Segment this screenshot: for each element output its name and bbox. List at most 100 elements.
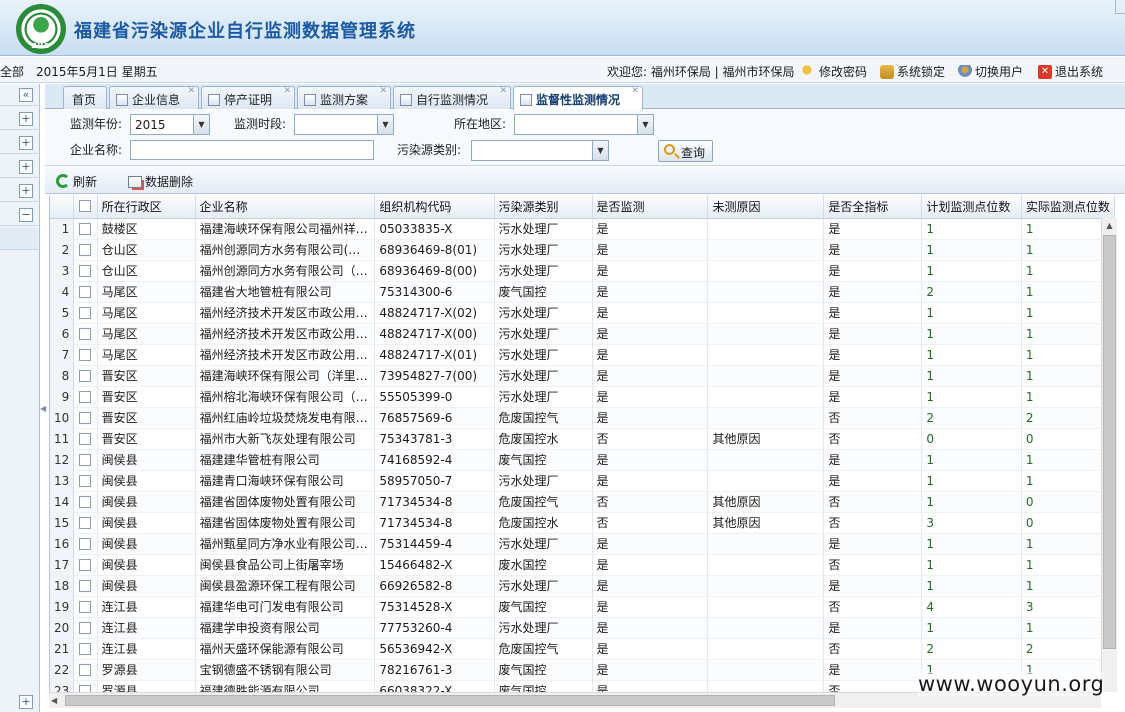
table-cell bbox=[707, 344, 825, 365]
row-checkbox[interactable] bbox=[73, 533, 98, 554]
column-header[interactable]: 组织机构代码 bbox=[374, 195, 495, 219]
column-header[interactable]: 未测原因 bbox=[707, 195, 825, 219]
column-header[interactable]: 所在行政区 bbox=[97, 195, 196, 219]
scroll-thumb[interactable] bbox=[65, 695, 835, 706]
refresh-button[interactable]: 刷新 bbox=[56, 173, 97, 190]
table-row[interactable]: 8 晋安区 福建海峡环保有限公司（洋里… 73954827-7(00) 污水处理厂是是 1… bbox=[50, 365, 1115, 386]
row-checkbox[interactable] bbox=[73, 449, 98, 470]
row-checkbox[interactable] bbox=[73, 365, 98, 386]
tab-close-icon[interactable]: ✕ bbox=[187, 86, 195, 96]
change-password-link[interactable]: 修改密码 bbox=[802, 63, 867, 80]
source-type-select[interactable]: ▼ bbox=[471, 140, 609, 161]
table-row[interactable]: 6 马尾区 福州经济技术开发区市政公用… 48824717-X(00) 污水处理厂是是 1… bbox=[50, 323, 1115, 344]
tab-home[interactable]: 首页 bbox=[63, 86, 107, 109]
table-row[interactable]: 14 闽侯县 福建省固体废物处置有限公司 71734534-8 危废国控气否其他原因否 1… bbox=[50, 491, 1115, 512]
switch-user-link[interactable]: 切换用户 bbox=[958, 63, 1023, 80]
row-checkbox[interactable] bbox=[73, 407, 98, 428]
window-corner-button[interactable] bbox=[1115, 0, 1125, 14]
lock-system-link[interactable]: 系统锁定 bbox=[880, 63, 945, 80]
column-header[interactable]: 污染源类别 bbox=[494, 195, 593, 219]
table-cell: 是 bbox=[592, 659, 709, 680]
row-checkbox[interactable] bbox=[73, 596, 98, 617]
table-row[interactable]: 9 晋安区 福州榕北海峡环保有限公司（… 55505399-0 污水处理厂是是 1 1 bbox=[50, 386, 1115, 407]
expand-nav-4-icon[interactable]: + bbox=[19, 184, 33, 198]
column-header[interactable]: 企业名称 bbox=[195, 195, 376, 219]
row-checkbox[interactable] bbox=[73, 344, 98, 365]
splitter-arrow-icon[interactable]: ◀ bbox=[40, 404, 46, 416]
collapse-nav-5-icon[interactable]: − bbox=[19, 208, 33, 222]
vertical-scrollbar[interactable]: ▲ bbox=[1101, 218, 1117, 692]
expand-nav-2-icon[interactable]: + bbox=[19, 136, 33, 150]
tab-self-monitoring[interactable]: 自行监测情况 ✕ bbox=[393, 86, 511, 109]
table-cell: 连江县 bbox=[97, 617, 196, 638]
row-checkbox[interactable] bbox=[73, 554, 98, 575]
table-row[interactable]: 19 连江县 福建华电可门发电有限公司 75314528-X 废气国控是否 4 3 bbox=[50, 596, 1115, 617]
table-row[interactable]: 13 闽侯县 福建青口海峡环保有限公司 58957050-7 污水处理厂是是 1 1 bbox=[50, 470, 1115, 491]
column-header[interactable]: 是否监测 bbox=[592, 195, 709, 219]
table-row[interactable]: 1 鼓楼区 福建海峡环保有限公司福州祥… 05033835-X 污水处理厂是是 1 1 bbox=[50, 218, 1115, 239]
table-row[interactable]: 2 仓山区 福州创源同方水务有限公司(… 68936469-8(01) 污水处理厂是是 1… bbox=[50, 239, 1115, 260]
scroll-up-icon[interactable]: ▲ bbox=[1102, 218, 1117, 234]
table-row[interactable]: 12 闽侯县 福建建华管桩有限公司 74168592-4 废气国控是是 1 1 bbox=[50, 449, 1115, 470]
row-checkbox[interactable] bbox=[73, 428, 98, 449]
tab-supervisory-monitoring[interactable]: 监督性监测情况 ✕ bbox=[513, 86, 643, 110]
row-checkbox[interactable] bbox=[73, 617, 98, 638]
year-select[interactable]: 2015 ▼ bbox=[130, 114, 210, 135]
scroll-thumb[interactable] bbox=[1103, 235, 1116, 649]
row-checkbox[interactable] bbox=[73, 386, 98, 407]
table-cell bbox=[707, 386, 825, 407]
expand-nav-1-icon[interactable]: + bbox=[19, 112, 33, 126]
row-number: 6 bbox=[50, 323, 75, 344]
row-checkbox[interactable] bbox=[73, 659, 98, 680]
tab-close-icon[interactable]: ✕ bbox=[379, 86, 387, 96]
row-checkbox[interactable] bbox=[73, 323, 98, 344]
row-checkbox[interactable] bbox=[73, 512, 98, 533]
table-row[interactable]: 18 闽侯县 闽侯县盈源环保工程有限公司 66926582-8 污水处理厂是是 1 1 bbox=[50, 575, 1115, 596]
collapse-left-icon[interactable]: « bbox=[19, 88, 33, 102]
tab-close-icon[interactable]: ✕ bbox=[283, 86, 291, 96]
row-checkbox[interactable] bbox=[73, 575, 98, 596]
table-row[interactable]: 21 连江县 福州天盛环保能源有限公司 56536942-X 危废国控气是否 2 2 bbox=[50, 638, 1115, 659]
query-button-label: 查询 bbox=[681, 146, 706, 160]
table-row[interactable]: 20 连江县 福建学申投资有限公司 77753260-4 污水处理厂是是 1 1 bbox=[50, 617, 1115, 638]
row-checkbox[interactable] bbox=[73, 302, 98, 323]
tab-stop-production[interactable]: 停产证明 ✕ bbox=[201, 86, 295, 109]
table-cell: 1 bbox=[921, 323, 1022, 344]
table-cell: 仓山区 bbox=[97, 260, 196, 281]
table-row[interactable]: 17 闽侯县 闽侯县食品公司上街屠宰场 15466482-X 废水国控是否 1 1 bbox=[50, 554, 1115, 575]
table-row[interactable]: 10 晋安区 福州红庙岭垃圾焚烧发电有限… 76857569-6 危废国控气是否 2 2 bbox=[50, 407, 1115, 428]
table-row[interactable]: 7 马尾区 福州经济技术开发区市政公用… 48824717-X(01) 污水处理厂是是 1… bbox=[50, 344, 1115, 365]
row-checkbox[interactable] bbox=[73, 260, 98, 281]
region-select[interactable]: ▼ bbox=[514, 114, 654, 135]
column-header[interactable]: 计划监测点位数 bbox=[921, 195, 1022, 219]
expand-nav-bottom-icon[interactable]: + bbox=[19, 695, 33, 709]
delete-data-button[interactable]: 数据删除 bbox=[128, 173, 193, 190]
row-checkbox[interactable] bbox=[73, 218, 98, 239]
expand-nav-3-icon[interactable]: + bbox=[19, 160, 33, 174]
row-checkbox[interactable] bbox=[73, 281, 98, 302]
table-row[interactable]: 4 马尾区 福建省大地管桩有限公司 75314300-6 废气国控是是 2 1 bbox=[50, 281, 1115, 302]
row-checkbox[interactable] bbox=[73, 680, 98, 692]
row-checkbox[interactable] bbox=[73, 638, 98, 659]
tab-close-icon[interactable]: ✕ bbox=[499, 86, 507, 96]
table-row[interactable]: 15 闽侯县 福建省固体废物处置有限公司 71734534-8 危废国控水否其他原因否 3… bbox=[50, 512, 1115, 533]
period-select[interactable]: ▼ bbox=[294, 114, 394, 135]
row-checkbox[interactable] bbox=[73, 239, 98, 260]
table-row[interactable]: 11 晋安区 福州市大新飞灰处理有限公司 75343781-3 危废国控水否其他原因否 0… bbox=[50, 428, 1115, 449]
tab-company-info[interactable]: 企业信息 ✕ bbox=[109, 86, 199, 109]
table-row[interactable]: 5 马尾区 福州经济技术开发区市政公用… 48824717-X(02) 污水处理厂是是 1… bbox=[50, 302, 1115, 323]
table-row[interactable]: 16 闽侯县 福州甄星同方净水业有限公司… 75314459-4 污水处理厂是是 1 1 bbox=[50, 533, 1115, 554]
tab-close-icon[interactable]: ✕ bbox=[631, 86, 639, 96]
select-all-checkbox[interactable] bbox=[73, 195, 98, 219]
column-header[interactable]: 实际监测点位数 bbox=[1021, 195, 1115, 219]
tab-monitoring-plan[interactable]: 监测方案 ✕ bbox=[297, 86, 391, 109]
row-number: 19 bbox=[50, 596, 75, 617]
column-header[interactable]: 是否全指标 bbox=[823, 195, 923, 219]
company-name-input[interactable] bbox=[130, 140, 374, 160]
query-button[interactable]: 查询 bbox=[658, 140, 713, 162]
row-checkbox[interactable] bbox=[73, 491, 98, 512]
table-row[interactable]: 3 仓山区 福州创源同方水务有限公司（… 68936469-8(00) 污水处理厂是是 1… bbox=[50, 260, 1115, 281]
row-checkbox[interactable] bbox=[73, 470, 98, 491]
logout-link[interactable]: ✕ 退出系统 bbox=[1038, 63, 1103, 80]
scroll-left-icon[interactable]: ◀ bbox=[51, 693, 65, 708]
